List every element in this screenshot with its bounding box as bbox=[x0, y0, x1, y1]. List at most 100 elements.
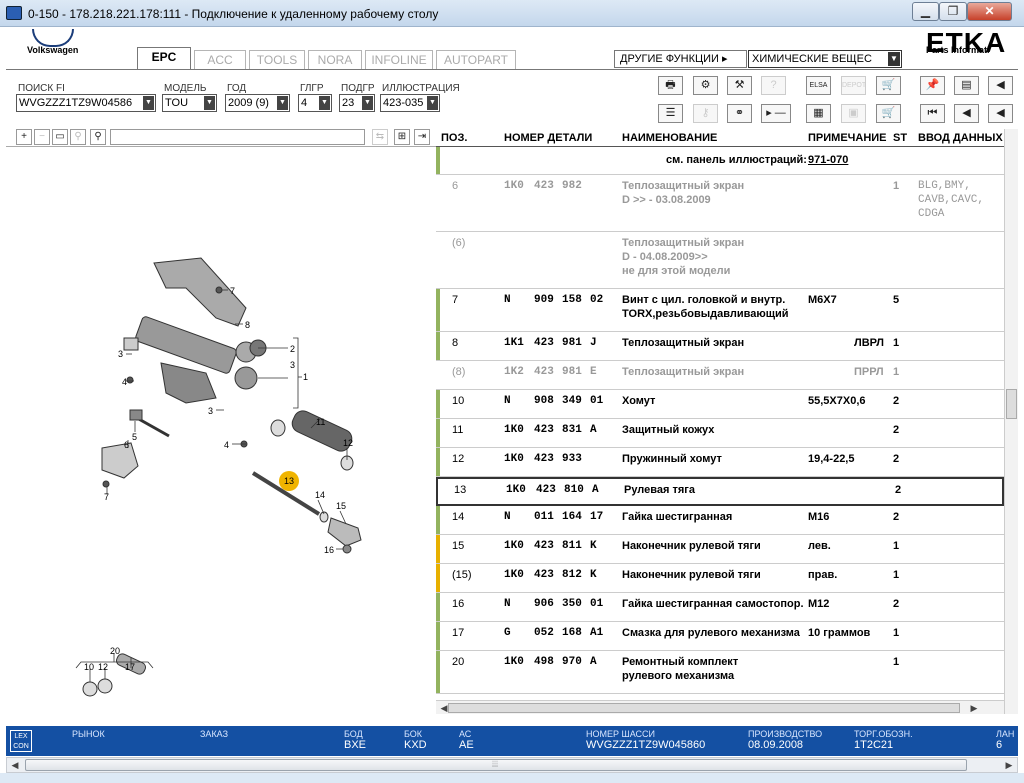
layout-button[interactable]: ⊞ bbox=[394, 129, 410, 145]
basket-disabled-button[interactable]: ▣ bbox=[841, 104, 866, 123]
prev-item-button[interactable]: ◀ bbox=[988, 104, 1013, 123]
tab-tools[interactable]: TOOLS bbox=[249, 50, 305, 69]
depot-button[interactable]: DEPOT bbox=[841, 76, 866, 95]
tab-autopart[interactable]: AUTOPART bbox=[436, 50, 516, 69]
play-button[interactable]: ▸ — bbox=[761, 104, 791, 123]
cell-p: 164 bbox=[562, 511, 582, 523]
cart-button[interactable]: 🛒 bbox=[876, 76, 901, 95]
search-fi-select[interactable]: WVGZZZ1TZ9W04586 ▼ bbox=[16, 94, 156, 112]
maximize-button[interactable]: ❐ bbox=[939, 2, 967, 21]
table-row[interactable]: см. панель иллюстраций: 971-070 bbox=[436, 147, 1004, 175]
search-button[interactable]: ⚲ bbox=[90, 129, 106, 145]
scroll-right-icon[interactable]: ▶ bbox=[966, 701, 982, 715]
vertical-scrollbar[interactable] bbox=[1004, 129, 1018, 714]
model-select[interactable]: TOU ▼ bbox=[162, 94, 217, 112]
print-button[interactable]: 🖶 bbox=[658, 76, 683, 95]
vertical-scroll-thumb[interactable] bbox=[1006, 389, 1017, 419]
callout-11: 11 bbox=[316, 417, 325, 427]
table-row[interactable]: (6) Теплозащитный экран D - 04.08.2009>> не… bbox=[436, 232, 1004, 289]
main-group-select[interactable]: 4 ▼ bbox=[298, 94, 332, 112]
callout-12: 12 bbox=[98, 662, 108, 672]
tab-nora[interactable]: NORA bbox=[308, 50, 362, 69]
first-page-button[interactable]: ⏮ bbox=[920, 104, 945, 123]
zoom-fit-button[interactable]: ▭ bbox=[52, 129, 68, 145]
table-row[interactable]: (8) 1K2 423 981 E Теплозащитный экран ПРРЛ 1 bbox=[436, 361, 1004, 390]
illustration-search-input[interactable] bbox=[110, 129, 365, 145]
cell-p: J bbox=[590, 337, 597, 349]
play-icon: ▸ — bbox=[766, 107, 786, 119]
window-horizontal-scrollbar[interactable]: ◀ ⦙⦙⦙ ▶ bbox=[6, 757, 1018, 773]
table-row[interactable]: 14 N 011 164 17 Гайка шестигранная M16 2 bbox=[436, 506, 1004, 535]
row-status-bar bbox=[436, 448, 440, 476]
window-scroll-thumb[interactable]: ⦙⦙⦙ bbox=[25, 759, 967, 771]
chemicals-select[interactable]: ХИМИЧЕСКИЕ ВЕЩЕС ▼ bbox=[748, 50, 902, 68]
cell-note: ЛВРЛ bbox=[854, 337, 885, 349]
calc-button[interactable]: ▦ bbox=[806, 104, 831, 123]
table-row[interactable]: (15) 1K0 423 812 K Наконечник рулевой тяги пра… bbox=[436, 564, 1004, 593]
illustration-select[interactable]: 423-035 ▼ bbox=[380, 94, 440, 112]
window-scroll-right-icon[interactable]: ▶ bbox=[1001, 758, 1017, 772]
table-row[interactable]: 12 1K0 423 933 Пружинный хомут 19,4-22,5 2 bbox=[436, 448, 1004, 477]
cell-pos: (6) bbox=[452, 237, 466, 249]
elsa-button[interactable]: ELSA bbox=[806, 76, 831, 95]
cell-pos: 13 bbox=[454, 484, 467, 496]
table-scroll-thumb[interactable] bbox=[448, 703, 960, 713]
tab-infoline[interactable]: INFOLINE bbox=[365, 50, 433, 69]
link-button[interactable]: ⇆ bbox=[372, 129, 388, 145]
cell-p: 158 bbox=[562, 294, 582, 306]
callout-8: 8 bbox=[245, 320, 250, 330]
service-button[interactable]: ⚙ bbox=[693, 76, 718, 95]
close-button[interactable]: ✕ bbox=[967, 2, 1012, 21]
cart-icon: 🛒 bbox=[881, 79, 896, 91]
brand-name: Volkswagen bbox=[27, 45, 79, 55]
open-book-button[interactable]: ▤ bbox=[954, 76, 979, 95]
bod-value: BXE bbox=[344, 739, 367, 751]
zoom-in-button[interactable]: + bbox=[16, 129, 32, 145]
zoom-out-button[interactable]: − bbox=[34, 129, 50, 145]
callout-16: 16 bbox=[324, 545, 334, 555]
pin-button[interactable]: 📌 bbox=[920, 76, 945, 95]
row-status-bar bbox=[436, 419, 440, 447]
key-button[interactable]: ⚷ bbox=[693, 104, 718, 123]
cell-st: 2 bbox=[893, 511, 900, 523]
cell-note: M6X7 bbox=[808, 294, 837, 306]
header-st: ST bbox=[893, 132, 908, 144]
table-row[interactable]: 13 1K0 423 810 A Рулевая тяга 2 bbox=[436, 477, 1004, 506]
table-row[interactable]: 15 1K0 423 811 K Наконечник рулевой тяги лев. 1 bbox=[436, 535, 1004, 564]
split-button[interactable]: ⇥ bbox=[414, 129, 430, 145]
cell-pos: 7 bbox=[452, 294, 459, 306]
model-value: TOU bbox=[165, 97, 189, 109]
other-functions-menu[interactable]: ДРУГИЕ ФУНКЦИИ ▸ bbox=[614, 50, 747, 68]
minimize-button[interactable]: ▁ bbox=[912, 2, 939, 21]
table-row[interactable]: 6 1K0 423 982 Теплозащитный экран D >> - 03.0… bbox=[436, 175, 1004, 232]
list-icon: ☰ bbox=[665, 107, 676, 119]
table-row[interactable]: 8 1K1 423 981 J Теплозащитный экран ЛВРЛ 1 bbox=[436, 332, 1004, 361]
sub-group-select[interactable]: 23 ▼ bbox=[339, 94, 375, 112]
year-select[interactable]: 2009 (9) ▼ bbox=[225, 94, 290, 112]
table-horizontal-scrollbar[interactable]: ◀ ▶ bbox=[436, 700, 1004, 714]
grip-icon: ⦙⦙⦙ bbox=[492, 759, 499, 769]
help-button[interactable]: ? bbox=[761, 76, 786, 95]
table-row[interactable]: 11 1K0 423 831 A Защитный кожух 2 bbox=[436, 419, 1004, 448]
cell-p: 812 bbox=[562, 569, 582, 581]
list-button[interactable]: ☰ bbox=[658, 104, 683, 123]
table-row[interactable]: 16 N 906 350 01 Гайка шестигранная самостопор… bbox=[436, 593, 1004, 622]
cell-p: 498 bbox=[534, 656, 554, 668]
parts-button[interactable]: ⚒ bbox=[727, 76, 752, 95]
zoom-reset-button[interactable]: ⚲ bbox=[70, 129, 86, 145]
prev-page-button[interactable]: ◀ bbox=[954, 104, 979, 123]
parts-illustration[interactable]: 7 8 2 3 3 1 4 3 5 11 12 6 4 13 14 15 7 1… bbox=[6, 148, 436, 708]
bike-button[interactable]: ⚭ bbox=[727, 104, 752, 123]
shop-cart-button[interactable]: 🛒 bbox=[876, 104, 901, 123]
table-row[interactable]: 20 1K0 498 970 A Ремонтный комплект рулевого м… bbox=[436, 651, 1004, 694]
next-page-button[interactable]: ◀ bbox=[988, 76, 1013, 95]
table-row[interactable]: 17 G 052 168 A1 Смазка для рулевого механизма… bbox=[436, 622, 1004, 651]
window-scroll-left-icon[interactable]: ◀ bbox=[7, 758, 23, 772]
tab-acc[interactable]: ACC bbox=[194, 50, 246, 69]
trade-label: ТОРГ.ОБОЗН. bbox=[854, 729, 913, 739]
table-row[interactable]: 10 N 908 349 01 Хомут 55,5X7X0,6 2 bbox=[436, 390, 1004, 419]
table-row[interactable]: 7 N 909 158 02 Винт с цил. головкой и внутр. T… bbox=[436, 289, 1004, 332]
cell-p: 1K0 bbox=[504, 424, 524, 436]
main-group-value: 4 bbox=[301, 97, 308, 109]
tab-epc[interactable]: EPC bbox=[137, 47, 191, 70]
